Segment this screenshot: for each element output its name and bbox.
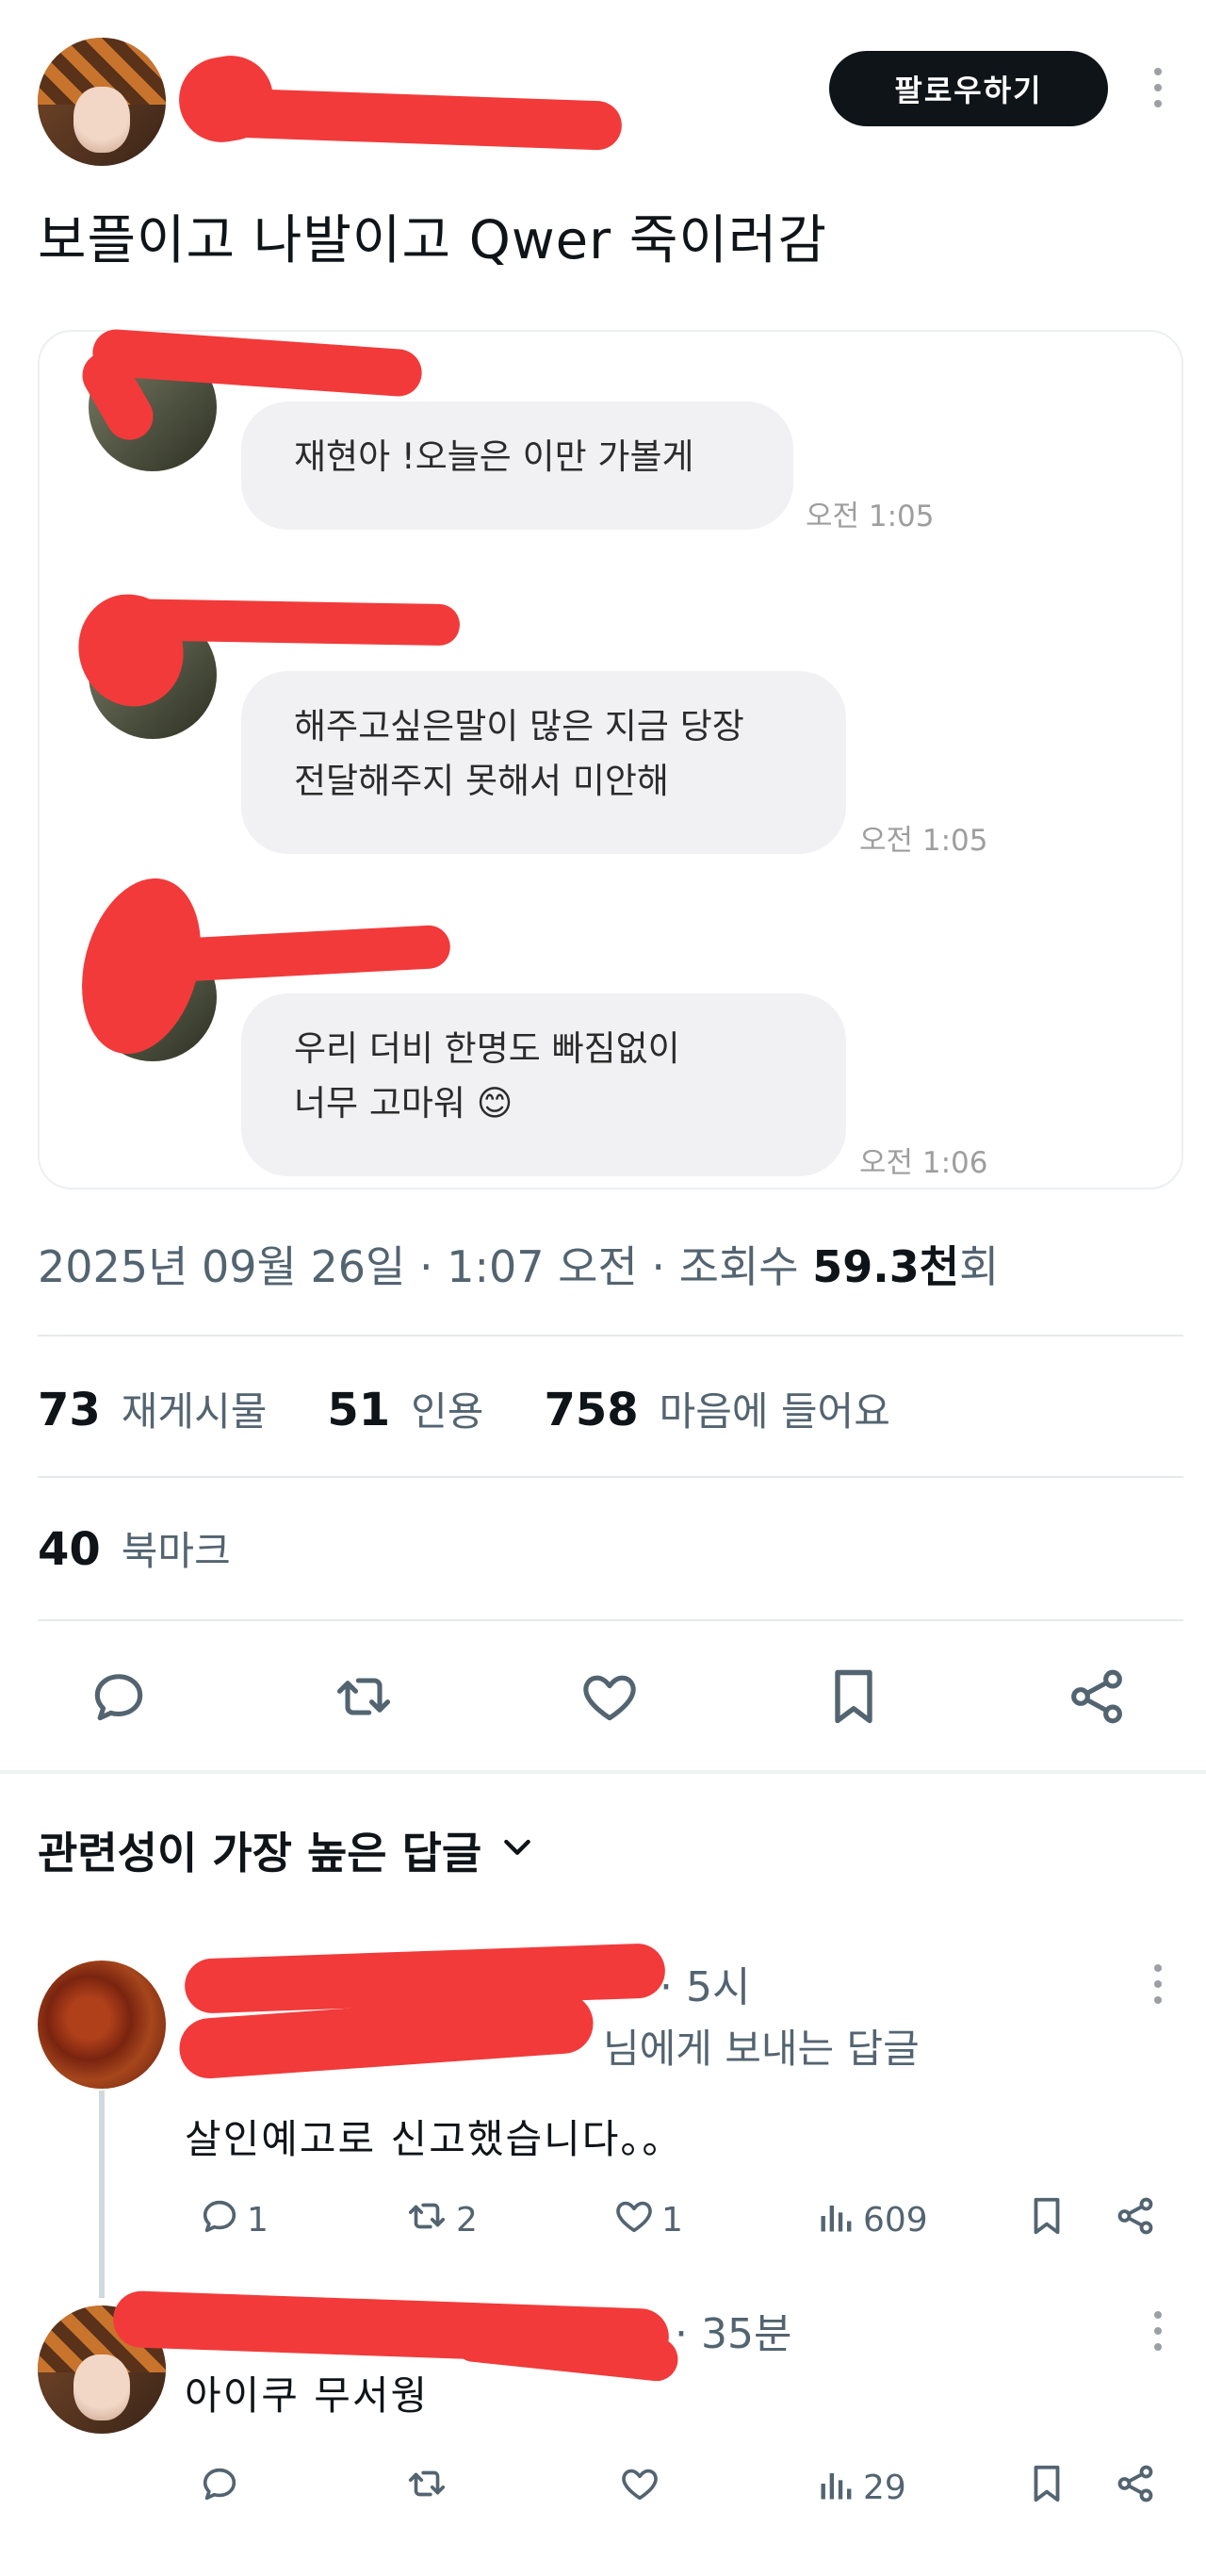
reply-to-label: 님에게 보내는 답글 bbox=[603, 2026, 920, 2072]
follow-button[interactable]: 팔로우하기 bbox=[829, 51, 1108, 126]
divider bbox=[38, 1476, 1183, 1478]
section-separator bbox=[0, 1770, 1206, 1774]
share-icon[interactable] bbox=[1065, 1665, 1129, 1729]
view-suffix: 회 bbox=[959, 1241, 1000, 1292]
views-icon bbox=[816, 2194, 857, 2246]
views-icon bbox=[816, 2462, 857, 2514]
more-icon[interactable] bbox=[1153, 68, 1163, 107]
reply-avatar[interactable] bbox=[38, 1961, 166, 2089]
chat-bubble-text: 재현아 !오늘은 이만 가볼게 bbox=[294, 436, 694, 477]
reply-time: · 5시 bbox=[660, 1963, 751, 2011]
reply-actions: 1 2 1 609 bbox=[0, 2189, 1206, 2245]
view-count[interactable]: 59.3천 bbox=[812, 1241, 959, 1292]
bookmark-icon[interactable] bbox=[822, 1663, 886, 1731]
like-button[interactable] bbox=[618, 2462, 667, 2514]
bookmark-icon[interactable] bbox=[1025, 2460, 1068, 2507]
reply-icon[interactable] bbox=[87, 1665, 151, 1729]
chat-bubble: 해주고싶은말이 많은 지금 당장 전달해주지 못해서 미안해 bbox=[241, 671, 846, 854]
chat-bubble-text: 우리 더비 한명도 빠짐없이 bbox=[294, 1028, 680, 1069]
reply-text: 살인예고로 신고했습니다。。 bbox=[185, 2116, 684, 2162]
like-icon bbox=[618, 2462, 661, 2514]
bookmark-icon[interactable] bbox=[1025, 2192, 1068, 2240]
reply-count: 1 bbox=[247, 2201, 269, 2240]
like-icon bbox=[612, 2194, 656, 2246]
chat-bubble-text: 전달해주지 못해서 미안해 bbox=[294, 761, 669, 801]
redacted-author-handle bbox=[187, 86, 623, 152]
repost-count[interactable]: 73 bbox=[38, 1384, 101, 1436]
repost-icon[interactable] bbox=[330, 1665, 398, 1729]
chat-bubble: 재현아 !오늘은 이만 가볼게 bbox=[241, 402, 793, 530]
view-count: 609 bbox=[863, 2201, 928, 2240]
chat-time: 오전 1:06 bbox=[859, 1146, 988, 1180]
share-icon[interactable] bbox=[1114, 2462, 1157, 2505]
views-button[interactable]: 29 bbox=[816, 2462, 906, 2514]
chat-bubble-text: 너무 고마워 😊 bbox=[294, 1083, 513, 1124]
bookmark-label[interactable]: 북마크 bbox=[122, 1519, 231, 1577]
quote-count[interactable]: 51 bbox=[327, 1384, 390, 1436]
like-label[interactable]: 마음에 들어요 bbox=[660, 1380, 890, 1437]
repost-button[interactable] bbox=[403, 2462, 456, 2514]
reply-time: · 35분 bbox=[675, 2310, 792, 2358]
chat-bubble: 우리 더비 한명도 빠짐없이 너무 고마워 😊 bbox=[241, 993, 846, 1176]
chevron-down-icon bbox=[498, 1825, 536, 1876]
like-count: 1 bbox=[661, 2201, 683, 2240]
views-button[interactable]: 609 bbox=[816, 2194, 928, 2246]
bookmark-stats: 40 북마크 bbox=[38, 1519, 270, 1577]
post-text: 보플이고 나발이고 Qwer 죽이러감 bbox=[38, 210, 827, 271]
share-icon[interactable] bbox=[1114, 2194, 1157, 2238]
reply-button[interactable] bbox=[198, 2462, 247, 2514]
chat-bubble-text: 해주고싶은말이 많은 지금 당장 bbox=[294, 706, 744, 747]
post-meta: 2025년 09월 26일 · 1:07 오전 · 조회수 59.3천회 bbox=[38, 1233, 999, 1295]
reply-icon bbox=[198, 2462, 241, 2514]
like-icon[interactable] bbox=[577, 1665, 643, 1729]
reply-actions: 29 bbox=[0, 2456, 1206, 2513]
divider bbox=[38, 1619, 1183, 1621]
chat-time: 오전 1:05 bbox=[859, 824, 988, 858]
bookmark-count[interactable]: 40 bbox=[38, 1523, 101, 1576]
engagement-stats: 73 재게시물 51 인용 758 마음에 들어요 bbox=[38, 1380, 930, 1437]
quote-label[interactable]: 인용 bbox=[411, 1380, 483, 1437]
author-avatar[interactable] bbox=[38, 38, 166, 166]
post-timestamp: 2025년 09월 26일 · 1:07 오전 · 조회수 bbox=[38, 1241, 813, 1292]
chat-time: 오전 1:05 bbox=[806, 500, 935, 533]
repost-count: 2 bbox=[456, 2201, 478, 2240]
replies-sort-label: 관련성이 가장 높은 답글 bbox=[38, 1828, 482, 1879]
more-icon[interactable] bbox=[1153, 2311, 1163, 2351]
reply-button[interactable]: 1 bbox=[198, 2194, 269, 2246]
like-button[interactable]: 1 bbox=[612, 2194, 683, 2246]
repost-icon bbox=[403, 2194, 450, 2246]
reply-icon bbox=[198, 2194, 241, 2246]
view-count: 29 bbox=[863, 2469, 906, 2507]
repost-button[interactable]: 2 bbox=[403, 2194, 478, 2246]
reply-text: 아이쿠 무서웡 bbox=[185, 2372, 430, 2419]
repost-label[interactable]: 재게시물 bbox=[122, 1380, 268, 1437]
like-count[interactable]: 758 bbox=[544, 1384, 638, 1436]
more-icon[interactable] bbox=[1153, 1964, 1163, 2004]
replies-sort-dropdown[interactable]: 관련성이 가장 높은 답글 bbox=[38, 1819, 536, 1881]
repost-icon bbox=[403, 2462, 450, 2514]
divider bbox=[38, 1335, 1183, 1337]
